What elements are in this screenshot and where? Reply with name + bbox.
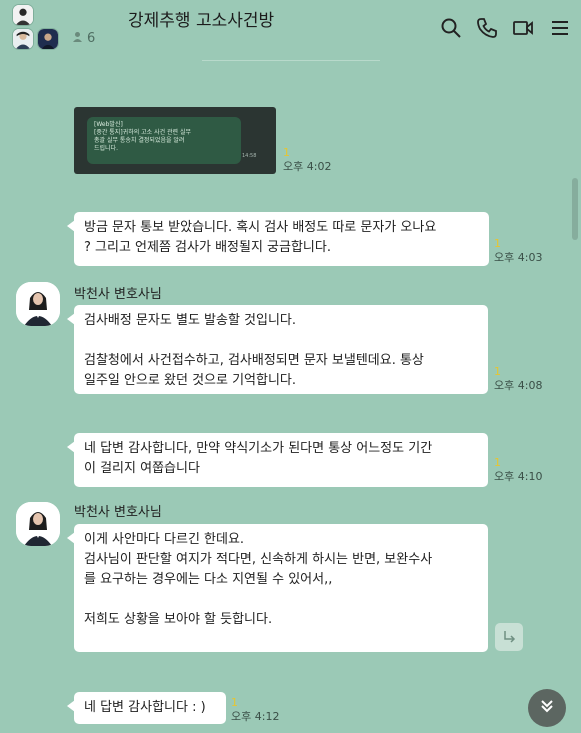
message-meta: 1 오후 4:02	[283, 146, 332, 174]
unread-count: 1	[494, 456, 501, 469]
message-bubble[interactable]: 방금 문자 통보 받았습니다. 혹시 검사 배정도 따로 문자가 오나요 ? 그…	[67, 212, 489, 266]
message-time: 오후 4:10	[494, 470, 543, 483]
member-avatar	[12, 4, 34, 26]
message-meta: 1 오후 4:08	[494, 365, 543, 393]
message-meta: 1 오후 4:10	[494, 456, 543, 484]
member-avatar	[12, 28, 34, 50]
image-text: [Web발신] [중간 통지]귀하의 고소 사건 관련 실무 총괄 실무 통송치…	[94, 121, 192, 152]
sender-avatar[interactable]	[16, 282, 60, 326]
member-avatar	[37, 28, 59, 50]
chat-header: 6 강제추행 고소사건방	[0, 0, 581, 60]
image-message[interactable]: [Web발신] [중간 통지]귀하의 고소 사건 관련 실무 총괄 실무 통송치…	[74, 107, 276, 174]
member-count-value: 6	[87, 31, 96, 46]
header-divider	[202, 60, 380, 61]
message-bubble[interactable]: 검사배정 문자도 별도 발송할 것입니다. 검찰청에서 사건접수하고, 검사배정…	[67, 305, 488, 394]
member-count[interactable]: 6	[72, 31, 95, 46]
message-time: 오후 4:02	[283, 160, 332, 173]
scroll-to-bottom-button[interactable]	[528, 689, 566, 727]
message-meta: 1 오후 4:12	[231, 696, 280, 724]
message-meta: 1 오후 4:03	[494, 237, 543, 265]
chat-title: 강제추행 고소사건방	[128, 11, 275, 31]
sender-avatar[interactable]	[16, 502, 60, 546]
unread-count: 1	[231, 696, 238, 709]
message-bubble[interactable]: 네 답변 감사합니다 : )	[67, 692, 226, 724]
share-arrow-icon	[502, 628, 516, 647]
search-icon[interactable]	[440, 17, 462, 39]
scrollbar[interactable]	[571, 62, 579, 730]
image-time: 14:58	[242, 153, 257, 159]
sender-name: 박천사 변호사님	[74, 287, 162, 302]
message-bubble[interactable]: 네 답변 감사합니다, 만약 약식기소가 된다면 통상 어느정도 기간 이 걸리…	[67, 433, 488, 487]
message-time: 오후 4:03	[494, 251, 543, 264]
message-bubble[interactable]: 이게 사안마다 다르긴 한데요. 검사님이 판단할 여지가 적다면, 신속하게 …	[67, 524, 488, 652]
unread-count: 1	[283, 146, 290, 159]
phone-icon[interactable]	[476, 17, 498, 39]
message-time: 오후 4:08	[494, 379, 543, 392]
share-button[interactable]	[495, 623, 523, 651]
group-avatar[interactable]	[10, 4, 62, 50]
unread-count: 1	[494, 237, 501, 250]
unread-count: 1	[494, 365, 501, 378]
person-icon	[72, 31, 83, 46]
chevron-down-icon	[538, 697, 556, 719]
scrollbar-thumb[interactable]	[572, 178, 578, 240]
video-icon[interactable]	[512, 17, 534, 39]
sender-name: 박천사 변호사님	[74, 505, 162, 520]
menu-icon[interactable]	[549, 17, 571, 39]
message-time: 오후 4:12	[231, 710, 280, 723]
